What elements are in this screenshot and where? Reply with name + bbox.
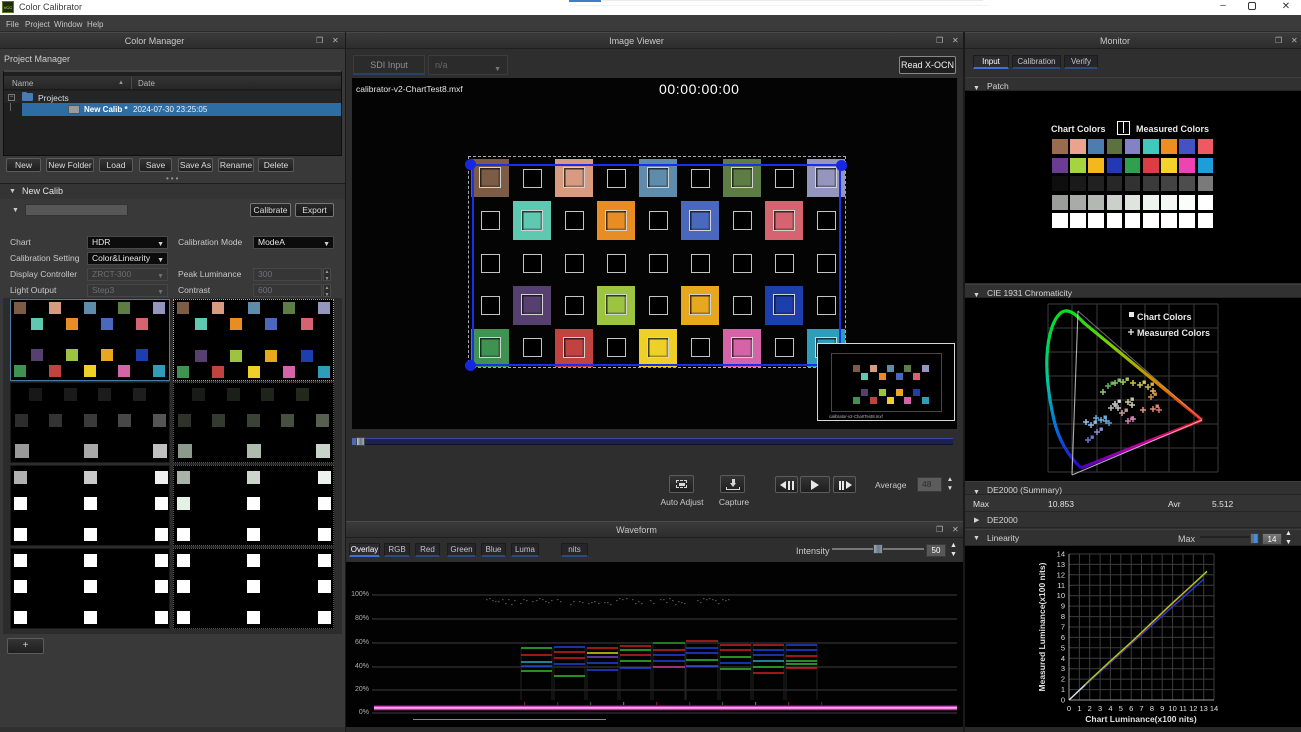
svg-text:8: 8	[1061, 612, 1065, 621]
svg-text:6: 6	[1061, 633, 1065, 642]
svg-text:11: 11	[1179, 704, 1187, 713]
svg-text:4: 4	[1108, 704, 1112, 713]
svg-text:0: 0	[1061, 696, 1065, 705]
svg-text:14: 14	[1210, 704, 1218, 713]
svg-text:5: 5	[1119, 704, 1123, 713]
svg-text:4: 4	[1061, 654, 1065, 663]
svg-text:0: 0	[1067, 704, 1071, 713]
svg-text:3: 3	[1061, 664, 1065, 673]
svg-text:Measured Colors: Measured Colors	[1137, 328, 1210, 338]
svg-text:Measured Luminance(x100 nits): Measured Luminance(x100 nits)	[1037, 562, 1047, 691]
svg-text:9: 9	[1160, 704, 1164, 713]
svg-text:12: 12	[1189, 704, 1197, 713]
svg-text:10: 10	[1057, 591, 1065, 600]
svg-text:11: 11	[1057, 581, 1065, 590]
svg-text:5: 5	[1061, 643, 1065, 652]
svg-text:6: 6	[1129, 704, 1133, 713]
svg-text:8: 8	[1150, 704, 1154, 713]
svg-text:1: 1	[1061, 685, 1065, 694]
svg-text:1: 1	[1077, 704, 1081, 713]
svg-text:7: 7	[1061, 623, 1065, 632]
svg-text:12: 12	[1057, 570, 1065, 579]
svg-text:13: 13	[1057, 560, 1065, 569]
svg-text:9: 9	[1061, 602, 1065, 611]
svg-text:2: 2	[1061, 675, 1065, 684]
svg-text:7: 7	[1139, 704, 1143, 713]
svg-text:10: 10	[1168, 704, 1176, 713]
svg-text:Chart Colors: Chart Colors	[1137, 312, 1192, 322]
svg-text:14: 14	[1057, 550, 1065, 559]
svg-text:3: 3	[1098, 704, 1102, 713]
svg-text:2: 2	[1088, 704, 1092, 713]
svg-text:13: 13	[1200, 704, 1208, 713]
svg-text:Chart Luminance(x100 nits): Chart Luminance(x100 nits)	[1085, 714, 1197, 724]
